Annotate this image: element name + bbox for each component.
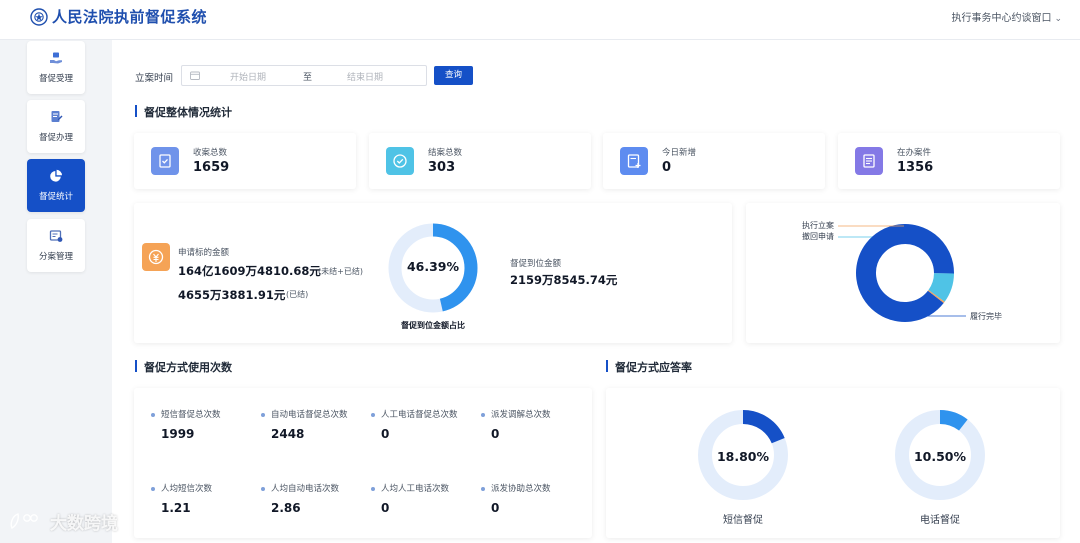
stat-value: 1659 [193, 160, 230, 175]
stat-label: 结案总数 [428, 148, 463, 158]
document-edit-icon [51, 111, 63, 122]
method-value: 1.21 [161, 501, 191, 515]
method-label: 自动电话督促总次数 [271, 410, 348, 420]
method-label: 人均自动电话次数 [271, 484, 340, 494]
method-value: 0 [381, 427, 390, 441]
sidebar-item-label: 督促受理 [38, 74, 73, 84]
method-label: 人均人工电话次数 [381, 484, 450, 494]
call-rate-caption: 电话督促 [920, 515, 960, 526]
sidebar-item-case-management[interactable]: 分案管理 [27, 219, 85, 272]
sidebar-item-statistics[interactable]: 督促统计 [27, 159, 85, 212]
response-section-title: 督促方式应答率 [606, 359, 692, 375]
watermark-logo-icon [10, 513, 38, 529]
apply-amount-label: 申请标的金额 [178, 248, 230, 258]
method-value: 0 [491, 427, 500, 441]
apply-amount-closed-note: (已结) [286, 290, 309, 299]
case-status-pie-card: 执行立案 撤回申请 履行完毕 [746, 203, 1060, 343]
sidebar-item-handle[interactable]: 督促办理 [27, 100, 85, 153]
bullet-dot [481, 413, 485, 417]
paid-amount-value: 2159万8545.74元 [510, 273, 618, 287]
document-list-icon [855, 147, 883, 175]
filter-label: 立案时间 [135, 73, 174, 84]
method-label: 短信督促总次数 [161, 410, 221, 420]
stat-label: 今日新增 [662, 148, 697, 158]
ratio-caption: 督促到位金额占比 [401, 321, 465, 330]
apply-amount-total: 164亿1609万4810.68元 [178, 264, 321, 278]
date-separator: 至 [303, 73, 313, 83]
paid-amount-label: 督促到位金额 [510, 259, 562, 269]
clipboard-check-icon [151, 147, 179, 175]
sidebar-item-label: 分案管理 [38, 252, 73, 262]
query-button[interactable]: 查询 [434, 66, 473, 85]
method-value: 1999 [161, 427, 195, 441]
amount-card: 申请标的金额 164亿1609万4810.68元 (未结+已结) 4655万38… [134, 203, 732, 343]
apply-amount-total-note: (未结+已结) [318, 267, 363, 276]
pie-slice-0 [856, 224, 954, 322]
watermark-text: 大数跨境 [50, 514, 118, 534]
ratio-value: 46.39% [406, 259, 460, 274]
stat-value: 0 [662, 160, 672, 175]
method-label: 派发协助总次数 [491, 484, 551, 494]
pie-chart-icon [50, 169, 62, 182]
stat-label: 收案总数 [193, 148, 228, 158]
stat-value: 1356 [897, 160, 934, 175]
sidebar-item-label: 督促办理 [38, 133, 73, 143]
add-document-icon [620, 147, 648, 175]
calendar-icon [190, 71, 200, 80]
case-assign-icon [49, 230, 63, 242]
case-status-pie-chart [838, 224, 966, 322]
method-label: 人均短信次数 [161, 484, 213, 494]
end-date-input[interactable]: 结束日期 [347, 70, 383, 83]
stat-card-in-progress: 在办案件 1356 [838, 133, 1060, 189]
stat-card-today: 今日新增 0 [603, 133, 825, 189]
methods-section-title: 督促方式使用次数 [135, 359, 232, 375]
user-menu-label: 执行事务中心约谈窗口 [951, 13, 1052, 24]
inbox-hand-icon [50, 52, 62, 64]
start-date-input[interactable]: 开始日期 [230, 70, 266, 83]
bullet-dot [371, 413, 375, 417]
sms-rate-caption: 短信督促 [723, 515, 763, 526]
method-value: 0 [381, 501, 390, 515]
methods-card: 短信督促总次数 1999 自动电话督促总次数 2448 人工电话督促总次数 0 … [134, 388, 592, 538]
overview-section-title: 督促整体情况统计 [135, 104, 232, 120]
money-icon [142, 243, 170, 271]
court-emblem-icon [30, 8, 48, 26]
stat-value: 303 [428, 160, 456, 175]
stat-card-closed: 结案总数 303 [369, 133, 591, 189]
stat-card-received: 收案总数 1659 [134, 133, 356, 189]
method-value: 2448 [271, 427, 305, 441]
pie-label-fulfilled: 履行完毕 [970, 312, 1002, 321]
sidebar-item-accept[interactable]: 督促受理 [27, 41, 85, 94]
app-title: 人民法院执前督促系统 [52, 8, 208, 26]
bullet-dot [151, 413, 155, 417]
bullet-dot [151, 487, 155, 491]
chevron-down-icon: ⌄ [1054, 14, 1062, 24]
sidebar: 督促受理 督促办理 督促统计 分案管理 [0, 40, 112, 543]
bullet-dot [481, 487, 485, 491]
bullet-dot [261, 487, 265, 491]
main-content: 立案时间 开始日期 至 结束日期 查询 督促整体情况统计 收案总数 1659 结… [112, 40, 1080, 543]
circle-check-icon [386, 147, 414, 175]
call-rate-value: 10.50% [913, 449, 967, 464]
apply-amount-closed: 4655万3881.91元 [178, 288, 286, 302]
method-value: 2.86 [271, 501, 301, 515]
app-header: 人民法院执前督促系统 执行事务中心约谈窗口 ⌄ [0, 0, 1080, 40]
bullet-dot [261, 413, 265, 417]
pie-label-enforcement: 执行立案 [802, 221, 834, 230]
sms-rate-value: 18.80% [716, 449, 770, 464]
sidebar-item-label: 督促统计 [38, 192, 73, 202]
date-range-picker[interactable]: 开始日期 至 结束日期 [181, 65, 427, 86]
stat-label: 在办案件 [897, 148, 932, 158]
user-menu[interactable]: 执行事务中心约谈窗口 ⌄ [951, 9, 1062, 24]
response-rate-card: 18.80% 短信督促 10.50% 电话督促 [606, 388, 1060, 538]
method-value: 0 [491, 501, 500, 515]
method-label: 派发调解总次数 [491, 410, 551, 420]
pie-label-withdrawn: 撤回申请 [802, 232, 834, 241]
method-label: 人工电话督促总次数 [381, 410, 458, 420]
bullet-dot [371, 487, 375, 491]
